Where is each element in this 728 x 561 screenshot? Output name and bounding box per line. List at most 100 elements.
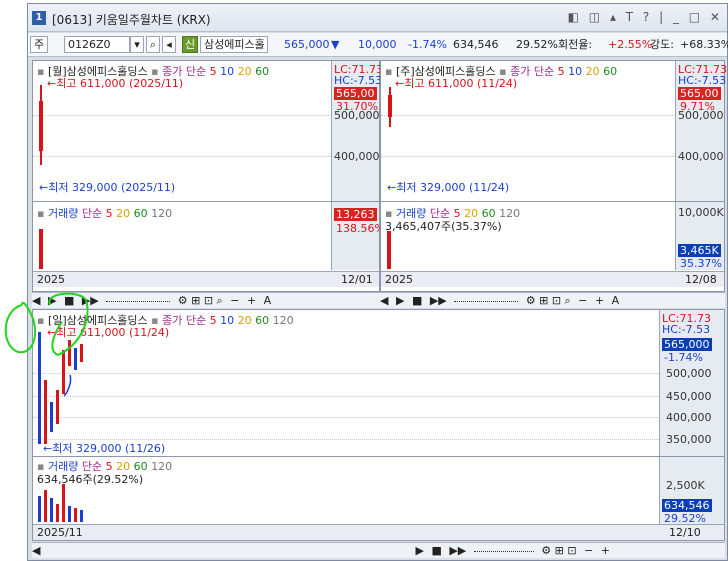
strength: +68.33% [680,38,728,51]
daily-low-label: ←최저 329,000 (11/26) [43,442,166,455]
zoom-in-button[interactable]: + [601,543,610,558]
monthly-y-axis: LC:71.73 HC:-7.53 565,00 31.70% 500,000 … [331,61,383,201]
scroll-left-button[interactable]: ◀ [32,293,40,308]
change-pct: -1.74% [408,38,447,51]
weekly-vol-ma-120: 120 [499,207,521,220]
weekly-ma-5: 5 [557,65,565,78]
stop-button[interactable]: ■ [431,543,441,558]
daily-volume-bar [62,484,65,522]
stop-button[interactable]: ■ [412,293,422,308]
tool-icons[interactable]: ⚙ ⊞ ⊡ [541,543,576,558]
daily-candle [68,340,71,366]
daily-nav-bar[interactable]: ◀ ▶ ■ ▶▶ ⚙ ⊞ ⊡ − + [32,542,725,558]
weekly-ma-10: 10 [568,65,583,78]
turnover: +2.55% [608,38,653,51]
tool-icons[interactable]: ⚙ ⊞ ⊡ ⌕ [526,293,571,308]
weekly-candle-body [388,95,392,117]
daily-candle [50,402,53,432]
zoom-slider[interactable] [106,300,171,302]
code-dropdown-icon[interactable]: ▾ [130,36,144,53]
monthly-ma-10: 10 [220,65,235,78]
daily-price-tag: 565,000 [662,338,712,351]
monthly-hc: HC:-7.53 [334,74,383,87]
weekly-volume-axis: 10,000K 3,465K 35.37% [675,202,724,270]
market-select[interactable]: 주 [30,36,48,53]
daily-volume-axis: 2,500K 634,546 29.52% [659,457,724,525]
daily-volume-bar [56,504,59,522]
monthly-nav-bar[interactable]: ◀ ▶ ■ ▶▶ ⚙ ⊞ ⊡ ⌕ − + A [32,292,380,308]
volume-ratio: 29.52% [516,38,558,51]
zoom-slider[interactable] [473,550,534,552]
scroll-left-button[interactable]: ◀ [32,543,40,558]
change: 10,000 [358,38,397,51]
zoom-out-button[interactable]: − [230,293,239,308]
volume: 634,546 [453,38,499,51]
zoom-out-button[interactable]: − [584,543,593,558]
zoom-in-button[interactable]: + [247,293,256,308]
daily-y-axis: LC:71.73 HC:-7.53 565,000 -1.74% 500,000… [659,310,724,456]
monthly-volume-bar [39,229,43,269]
monthly-vol-ma-20: 20 [116,207,131,220]
code-input[interactable]: 0126Z0 [64,36,130,53]
weekly-nav-bar[interactable]: ◀ ▶ ■ ▶▶ ⚙ ⊞ ⊡ ⌕ − + A [380,292,725,308]
daily-chart-panel[interactable]: ▪ [일]삼성에피스홀딩스 ▪ 종가 단순 5 10 20 60 120 ←최고… [32,309,725,541]
weekly-low-label: ←최저 329,000 (11/24) [387,181,510,194]
text-button[interactable]: A [264,293,272,308]
daily-vol-ma-120: 120 [151,460,173,473]
daily-y-tick: 500,000 [666,367,712,380]
weekly-y-axis: LC:71.73 HC:-7.53 565,00 9.71% 500,000 4… [675,61,727,201]
monthly-vol-ma-60: 60 [133,207,148,220]
monthly-vol-ma-120: 120 [151,207,173,220]
monthly-date-right: 12/01 [341,273,373,286]
zoom-in-button[interactable]: + [595,293,604,308]
daily-volume-bar [80,510,83,522]
zoom-slider[interactable] [454,300,519,302]
monthly-y-tick: 500,000 [334,109,380,122]
daily-volume-bar [68,506,71,522]
weekly-date-right: 12/08 [685,273,717,286]
daily-date-left: 2025/11 [37,526,83,539]
fast-forward-button[interactable]: ▶▶ [430,293,447,308]
weekly-vol-tag2: 35.37% [680,257,722,270]
monthly-volume-title: 거래량 [47,207,79,220]
scroll-left-button[interactable]: ◀ [380,293,388,308]
zoom-out-button[interactable]: − [578,293,587,308]
scroll-right-button[interactable]: ▶ [415,543,423,558]
daily-volume-bar [44,490,47,522]
search-icon[interactable]: ⌕ [146,36,160,53]
window-controls[interactable]: ◧ ◫ ▴ T ? | _ □ ✕ [568,10,723,24]
change-arrow: ▼ [331,38,340,51]
monthly-y-tick: 400,000 [334,150,380,163]
daily-ma-5: 5 [209,314,217,327]
stop-button[interactable]: ■ [64,293,74,308]
weekly-vol-tag: 3,465K [678,244,721,257]
weekly-chart-panel[interactable]: ▪ [주]삼성에피스홀딩스 ▪ 종가 단순 5 10 20 60 ←최고 611… [380,60,727,292]
daily-y-tick: 450,000 [666,390,712,403]
daily-vol-y-tick: 2,500K [666,479,705,492]
monthly-date-bar: 2025 12/01 [33,271,379,287]
monthly-chart-panel[interactable]: ▪ [월]삼성에피스홀딩스 ▪ 종가 단순 5 10 20 60 ←최고 611… [32,60,385,292]
scroll-right-button[interactable]: ▶ [48,293,56,308]
text-button[interactable]: A [612,293,620,308]
fast-forward-button[interactable]: ▶▶ [449,543,466,558]
weekly-date-bar: 2025 12/08 [381,271,724,287]
weekly-y-tick: 400,000 [678,150,724,163]
scroll-right-button[interactable]: ▶ [396,293,404,308]
daily-volume-bar [74,508,77,522]
monthly-vol-ma-label: 단순 [81,207,103,220]
chart-window: 1 [0613] 키움일주월차트 (KRX) ◧ ◫ ▴ T ? | _ □ ✕… [27,3,728,561]
monthly-ma-5: 5 [209,65,217,78]
stock-toolbar: 주 0126Z0 ▾ ⌕ ◂ 신 삼성에피스홀 565,000 ▼ 10,000… [28,33,728,57]
tool-icons[interactable]: ⚙ ⊞ ⊡ ⌕ [178,293,223,308]
fast-forward-button[interactable]: ▶▶ [82,293,99,308]
monthly-candle-body [39,101,43,151]
daily-candle [80,344,83,362]
weekly-vol-y-tick: 10,000K [678,206,724,219]
stock-name-field[interactable]: 삼성에피스홀 [200,36,268,53]
speaker-icon[interactable]: ◂ [162,36,176,53]
daily-vol-tag: 634,546 [662,499,712,512]
weekly-date-left: 2025 [385,273,413,286]
daily-pct-tag: -1.74% [664,351,703,364]
weekly-hc: HC:-7.53 [678,74,727,87]
window-number: 1 [32,11,46,25]
